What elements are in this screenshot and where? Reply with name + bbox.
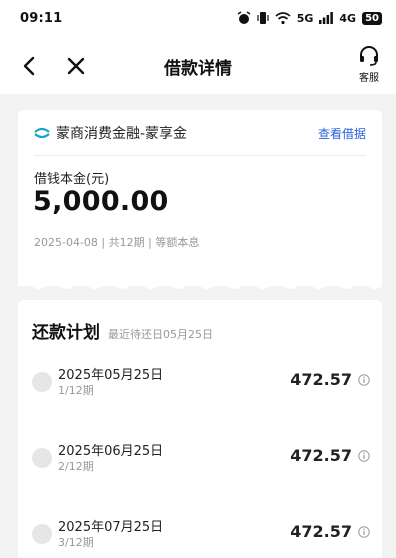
plan-date: 2025年06月25日 <box>58 444 164 459</box>
plan-row[interactable]: 2025年05月25日 1/12期 472.57 <box>32 362 370 402</box>
nav-bar: 借款详情 客服 <box>0 36 396 94</box>
customer-service-button[interactable]: 客服 <box>354 46 384 84</box>
status-bar: 09:11 5G 4G 50 <box>0 0 396 36</box>
wifi-icon <box>275 11 291 24</box>
plan-row[interactable]: 2025年06月25日 2/12期 472.57 <box>32 438 370 478</box>
plan-date: 2025年05月25日 <box>58 368 164 383</box>
principal-amount: 5,000.00 <box>33 186 169 217</box>
headset-icon <box>360 46 378 66</box>
status-dot <box>32 372 52 392</box>
plan-amount: 472.57 <box>290 370 352 389</box>
principal-label: 借钱本金(元) <box>34 172 110 187</box>
status-icons: 5G 4G 50 <box>237 11 382 25</box>
repayment-plan-card: 还款计划 最近待还日05月25日 2025年05月25日 1/12期 472.5… <box>18 300 382 558</box>
plan-header: 还款计划 最近待还日05月25日 <box>32 318 213 343</box>
plan-amount: 472.57 <box>290 522 352 541</box>
product-name: 蒙商消费金融-蒙享金 <box>56 126 188 142</box>
status-dot <box>32 448 52 468</box>
ticket-edge <box>18 280 382 289</box>
product-row: 蒙商消费金融-蒙享金 查看借据 <box>34 122 366 144</box>
loan-meta: 2025-04-08 | 共12期 | 等额本息 <box>34 236 200 249</box>
plan-row[interactable]: 2025年07月25日 3/12期 472.57 <box>32 514 370 554</box>
battery-icon: 50 <box>362 11 382 25</box>
status-time: 09:11 <box>20 10 63 26</box>
page-title: 借款详情 <box>164 59 232 79</box>
plan-date: 2025年07月25日 <box>58 520 164 535</box>
signal-5g-icon: 5G <box>296 11 314 25</box>
info-icon[interactable] <box>358 374 370 386</box>
plan-title: 还款计划 <box>32 323 100 343</box>
brand-logo-icon <box>34 127 50 139</box>
loan-summary-card: 蒙商消费金融-蒙享金 查看借据 借钱本金(元) 5,000.00 2025-04… <box>18 110 382 286</box>
customer-service-label: 客服 <box>359 73 379 84</box>
plan-amount: 472.57 <box>290 446 352 465</box>
vibrate-icon <box>257 12 269 24</box>
status-dot <box>32 524 52 544</box>
signal-icon <box>319 12 334 24</box>
view-loan-link[interactable]: 查看借据 <box>318 125 366 142</box>
info-icon[interactable] <box>358 450 370 462</box>
plan-period: 3/12期 <box>58 536 94 549</box>
plan-period: 1/12期 <box>58 384 94 397</box>
signal-4g-icon: 4G <box>339 11 357 25</box>
alarm-icon <box>237 11 251 24</box>
plan-period: 2/12期 <box>58 460 94 473</box>
info-icon[interactable] <box>358 526 370 538</box>
plan-subtitle: 最近待还日05月25日 <box>108 328 213 341</box>
divider <box>34 155 366 156</box>
